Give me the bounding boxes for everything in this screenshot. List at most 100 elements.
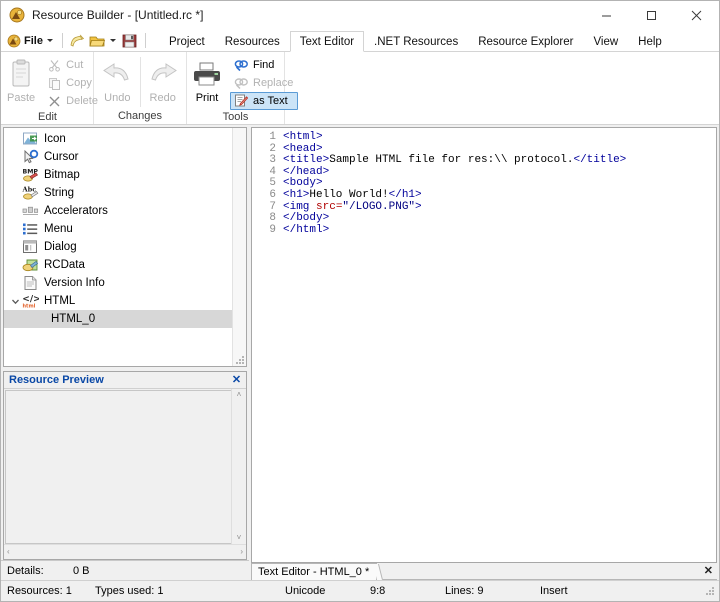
resize-grip-icon — [235, 355, 245, 365]
ribbon-group-tools: Print Find Replace as Text Tools — [187, 52, 299, 124]
tab-net-resources[interactable]: .NET Resources — [364, 31, 468, 52]
resize-grip-icon — [703, 584, 717, 598]
tree-item-version-info[interactable]: Version Info — [4, 274, 232, 292]
undo-label: Undo — [104, 92, 131, 104]
redo-label: Redo — [149, 92, 176, 104]
tree-item-string[interactable]: Abc String — [4, 184, 232, 202]
status-caret-position: 9:8 — [370, 585, 386, 597]
tree-expander — [8, 150, 22, 164]
chevron-down-icon — [46, 39, 53, 42]
tab-label: Resources — [224, 36, 280, 48]
details-label: Details: — [7, 564, 44, 577]
version-info-resource-icon — [22, 275, 39, 291]
redo-button[interactable]: Redo — [144, 55, 181, 104]
tree-item-label: Dialog — [44, 241, 77, 253]
ribbon-group-edit-title: Edit — [38, 111, 57, 123]
tab-resources[interactable]: Resources — [215, 31, 290, 52]
scroll-up-icon[interactable]: ˄ — [237, 391, 242, 399]
scroll-left-icon[interactable]: ‹ — [7, 548, 10, 556]
print-button[interactable]: Print — [192, 55, 222, 104]
tab-label: Text Editor — [299, 35, 355, 48]
window-title: Resource Builder - [Untitled.rc *] — [32, 8, 204, 22]
replace-icon — [233, 75, 249, 91]
tree-item-dialog[interactable]: Dialog — [4, 238, 232, 256]
code-token: <img — [283, 200, 317, 213]
editor-tab-label: Text Editor - HTML_0 * — [258, 566, 370, 578]
icon-resource-icon — [22, 131, 39, 147]
scroll-down-icon[interactable]: ˅ — [237, 534, 242, 542]
svg-text:Abc: Abc — [22, 186, 36, 194]
close-icon[interactable]: ✕ — [704, 565, 713, 577]
tree-item-menu[interactable]: Menu — [4, 220, 232, 238]
code-token: src= — [316, 200, 343, 213]
tree-item-label: Accelerators — [44, 205, 108, 217]
tree-item-label: RCData — [44, 259, 85, 271]
code-line: </html> — [283, 224, 716, 237]
tree-expander-html[interactable] — [8, 294, 22, 308]
tree-item-html[interactable]: </> html HTML — [4, 292, 232, 310]
editor-tab-bar: Text Editor - HTML_0 * ✕ — [251, 563, 717, 580]
ribbon-group-tools-title: Tools — [222, 111, 249, 123]
close-button[interactable] — [674, 1, 719, 29]
resource-tree-panel: Icon Cursor BMP Bitmap Abc String Accele… — [3, 127, 247, 367]
tab-project[interactable]: Project — [159, 31, 215, 52]
window-controls — [584, 1, 719, 29]
code-content[interactable]: <html> <head> <title>Sample HTML file for … — [278, 128, 716, 562]
open-dropdown-chevron-icon[interactable] — [109, 39, 116, 42]
tree-item-cursor[interactable]: Cursor — [4, 148, 232, 166]
resource-preview-title: Resource Preview — [9, 374, 104, 386]
status-resources: Resources: 1 — [7, 585, 72, 597]
tree-item-bitmap[interactable]: BMP Bitmap — [4, 166, 232, 184]
code-token: <head> — [283, 142, 323, 155]
resource-preview-body: ˄ ˅ — [4, 389, 246, 544]
new-file-icon[interactable] — [68, 32, 87, 50]
svg-text:html: html — [23, 304, 36, 310]
code-token: <html> — [283, 131, 323, 143]
tree-vertical-scrollbar[interactable] — [232, 128, 246, 366]
tab-view[interactable]: View — [583, 31, 628, 52]
file-menu-label: File — [24, 34, 43, 47]
preview-vertical-scrollbar[interactable]: ˄ ˅ — [231, 389, 246, 544]
tree-expander — [8, 258, 22, 272]
print-icon — [192, 57, 222, 91]
undo-button[interactable]: Undo — [99, 55, 136, 104]
tab-help[interactable]: Help — [628, 31, 672, 52]
tree-item-rcdata[interactable]: RCData — [4, 256, 232, 274]
code-token: </body> — [283, 212, 330, 225]
paste-button[interactable]: Paste — [7, 55, 35, 104]
open-file-icon[interactable] — [88, 32, 107, 50]
tree-item-icon[interactable]: Icon — [4, 130, 232, 148]
details-value: 0 B — [73, 564, 90, 577]
maximize-button[interactable] — [629, 1, 674, 29]
tree-expander — [8, 240, 22, 254]
tree-expander — [8, 168, 22, 182]
copy-label: Copy — [66, 77, 92, 89]
ribbon: Paste Cut Copy Delete Edit Undo Redo Cha… — [1, 52, 719, 125]
menu-resource-icon — [22, 221, 39, 237]
minimize-button[interactable] — [584, 1, 629, 29]
tab-resource-explorer[interactable]: Resource Explorer — [468, 31, 583, 52]
tree-expander — [8, 276, 22, 290]
close-icon[interactable]: ✕ — [230, 374, 243, 387]
resource-tree[interactable]: Icon Cursor BMP Bitmap Abc String Accele… — [4, 128, 232, 366]
undo-icon — [101, 57, 133, 91]
tree-item-accelerators[interactable]: Accelerators — [4, 202, 232, 220]
print-label: Print — [195, 92, 219, 104]
tab-text-editor[interactable]: Text Editor — [289, 31, 365, 52]
save-file-icon[interactable] — [120, 32, 139, 50]
find-label: Find — [253, 59, 275, 71]
main-area: Icon Cursor BMP Bitmap Abc String Accele… — [1, 125, 719, 580]
text-editor[interactable]: 1 2 3 4 5 6 7 8 9 <html> <head> <title>Sam… — [251, 127, 717, 563]
paste-label: Paste — [7, 92, 36, 104]
code-line: <img src="/LOGO.PNG"> — [283, 200, 716, 214]
editor-tab-html-0[interactable]: Text Editor - HTML_0 * — [251, 563, 378, 580]
string-resource-icon: Abc — [22, 185, 39, 201]
file-menu-button[interactable]: File — [5, 31, 57, 50]
tree-item-html-0[interactable]: HTML_0 — [4, 310, 232, 328]
preview-horizontal-scrollbar[interactable]: ‹ › — [4, 544, 246, 559]
rcdata-resource-icon — [22, 257, 39, 273]
code-token: Sample HTML file for res:\\ protocol. — [329, 154, 574, 167]
scroll-right-icon[interactable]: › — [240, 548, 243, 556]
redo-icon — [147, 57, 179, 91]
line-number: 1 — [269, 131, 276, 143]
